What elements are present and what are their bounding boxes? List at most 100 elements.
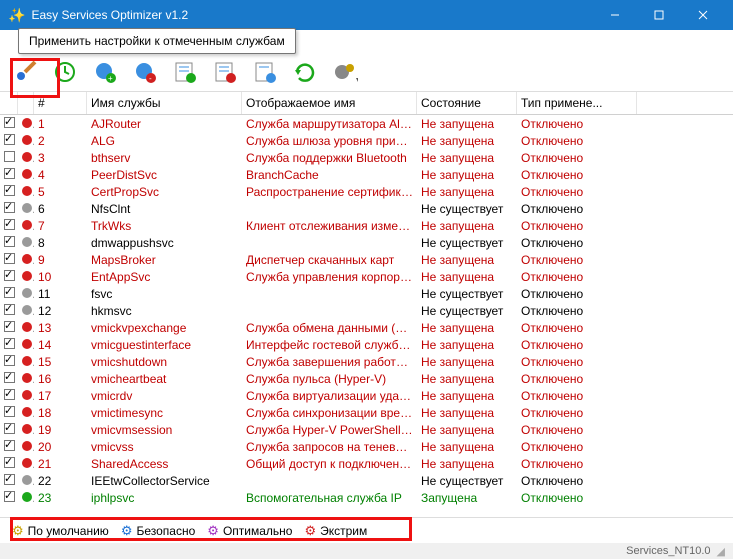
cell-state: Не запущена	[417, 270, 517, 284]
cell-display: Служба обмена данными (Hy...	[242, 321, 417, 335]
cell-apply: Отключено	[517, 270, 637, 284]
list-add-button[interactable]	[172, 59, 198, 85]
row-checkbox[interactable]	[4, 389, 15, 400]
row-checkbox[interactable]	[4, 423, 15, 434]
table-row[interactable]: 7TrkWksКлиент отслеживания измени...Не з…	[0, 217, 733, 234]
cell-apply: Отключено	[517, 406, 637, 420]
cell-display: Служба запросов на теневое ...	[242, 440, 417, 454]
table-row[interactable]: 13vmickvpexchangeСлужба обмена данными (…	[0, 319, 733, 336]
cell-display: Диспетчер скачанных карт	[242, 253, 417, 267]
row-checkbox[interactable]	[4, 491, 15, 502]
table-row[interactable]: 20vmicvssСлужба запросов на теневое ...Н…	[0, 438, 733, 455]
maximize-button[interactable]	[637, 0, 681, 30]
status-dot-icon	[22, 424, 32, 434]
table-row[interactable]: 16vmicheartbeatСлужба пульса (Hyper-V)Не…	[0, 370, 733, 387]
table-row[interactable]: 14vmicguestinterfaceИнтерфейс гостевой с…	[0, 336, 733, 353]
table-row[interactable]: 23iphlpsvcВспомогательная служба IPЗапущ…	[0, 489, 733, 506]
cell-apply: Отключено	[517, 457, 637, 471]
status-text: Services_NT10.0	[626, 545, 710, 557]
header-checkbox[interactable]	[0, 92, 18, 114]
row-checkbox[interactable]	[4, 117, 15, 128]
table-row[interactable]: 19vmicvmsessionСлужба Hyper-V PowerShell…	[0, 421, 733, 438]
cell-apply: Отключено	[517, 474, 637, 488]
table-row[interactable]: 17vmicrdvСлужба виртуализации удал...Не …	[0, 387, 733, 404]
settings-menu-button[interactable]	[332, 59, 358, 85]
status-dot-icon	[22, 254, 32, 264]
row-checkbox[interactable]	[4, 372, 15, 383]
table-row[interactable]: 8dmwappushsvcНе существуетОтключено	[0, 234, 733, 251]
header-apply[interactable]: Тип примене...	[517, 92, 637, 114]
resize-grip[interactable]: ◢	[717, 545, 725, 558]
table-row[interactable]: 22IEEtwCollectorServiceНе существуетОткл…	[0, 472, 733, 489]
row-checkbox[interactable]	[4, 406, 15, 417]
header-status-dot[interactable]	[18, 92, 34, 114]
row-checkbox[interactable]	[4, 236, 15, 247]
row-checkbox[interactable]	[4, 151, 15, 162]
cell-name: vmicvss	[87, 440, 242, 454]
close-button[interactable]	[681, 0, 725, 30]
list-settings-button[interactable]	[252, 59, 278, 85]
header-display[interactable]: Отображаемое имя	[242, 92, 417, 114]
cell-num: 11	[34, 287, 87, 301]
minimize-button[interactable]	[593, 0, 637, 30]
status-dot-icon	[22, 339, 32, 349]
table-row[interactable]: 6NfsClntНе существуетОтключено	[0, 200, 733, 217]
status-dot-icon	[22, 322, 32, 332]
status-dot-icon	[22, 118, 32, 128]
restore-button[interactable]	[52, 59, 78, 85]
header-num[interactable]: #	[34, 92, 87, 114]
table-row[interactable]: 12hkmsvcНе существуетОтключено	[0, 302, 733, 319]
table-row[interactable]: 3bthservСлужба поддержки BluetoothНе зап…	[0, 149, 733, 166]
cell-state: Не существует	[417, 304, 517, 318]
cell-num: 12	[34, 304, 87, 318]
apply-button[interactable]	[12, 59, 38, 85]
status-dot-icon	[22, 288, 32, 298]
cell-state: Не запущена	[417, 389, 517, 403]
row-checkbox[interactable]	[4, 270, 15, 281]
cell-apply: Отключено	[517, 151, 637, 165]
tab-safe[interactable]: ⚙Безопасно	[115, 520, 201, 542]
row-checkbox[interactable]	[4, 168, 15, 179]
cell-name: bthserv	[87, 151, 242, 165]
cell-apply: Отключено	[517, 423, 637, 437]
table-row[interactable]: 2ALGСлужба шлюза уровня прило...Не запущ…	[0, 132, 733, 149]
gear-remove-button[interactable]: -	[132, 59, 158, 85]
row-checkbox[interactable]	[4, 304, 15, 315]
row-checkbox[interactable]	[4, 338, 15, 349]
table-row[interactable]: 5CertPropSvcРаспространение сертификатаН…	[0, 183, 733, 200]
row-checkbox[interactable]	[4, 474, 15, 485]
table-row[interactable]: 15vmicshutdownСлужба завершения работы .…	[0, 353, 733, 370]
row-checkbox[interactable]	[4, 185, 15, 196]
tab-extreme[interactable]: ⚙Экстрим	[298, 520, 373, 542]
table-row[interactable]: 11fsvcНе существуетОтключено	[0, 285, 733, 302]
tab-default[interactable]: ⚙По умолчанию	[6, 520, 115, 542]
table-row[interactable]: 10EntAppSvcСлужба управления корпора...Н…	[0, 268, 733, 285]
row-checkbox[interactable]	[4, 219, 15, 230]
header-name[interactable]: Имя службы	[87, 92, 242, 114]
rows-container: 1AJRouterСлужба маршрутизатора AllJ...Не…	[0, 115, 733, 506]
cell-apply: Отключено	[517, 304, 637, 318]
header-state[interactable]: Состояние	[417, 92, 517, 114]
tab-optimal[interactable]: ⚙Оптимально	[201, 520, 298, 542]
cell-display: Клиент отслеживания измени...	[242, 219, 417, 233]
cell-num: 15	[34, 355, 87, 369]
row-checkbox[interactable]	[4, 134, 15, 145]
list-remove-button[interactable]	[212, 59, 238, 85]
table-row[interactable]: 1AJRouterСлужба маршрутизатора AllJ...Не…	[0, 115, 733, 132]
table-row[interactable]: 18vmictimesyncСлужба синхронизации време…	[0, 404, 733, 421]
gear-add-button[interactable]: +	[92, 59, 118, 85]
row-checkbox[interactable]	[4, 440, 15, 451]
table-row[interactable]: 21SharedAccessОбщий доступ к подключени.…	[0, 455, 733, 472]
row-checkbox[interactable]	[4, 253, 15, 264]
row-checkbox[interactable]	[4, 202, 15, 213]
bottom-tabs: ⚙По умолчанию ⚙Безопасно ⚙Оптимально ⚙Эк…	[0, 517, 733, 543]
row-checkbox[interactable]	[4, 457, 15, 468]
row-checkbox[interactable]	[4, 321, 15, 332]
row-checkbox[interactable]	[4, 287, 15, 298]
refresh-button[interactable]	[292, 59, 318, 85]
table-row[interactable]: 9MapsBrokerДиспетчер скачанных картНе за…	[0, 251, 733, 268]
cell-name: vmictimesync	[87, 406, 242, 420]
table-row[interactable]: 4PeerDistSvcBranchCacheНе запущенаОтключ…	[0, 166, 733, 183]
cell-apply: Отключено	[517, 372, 637, 386]
row-checkbox[interactable]	[4, 355, 15, 366]
